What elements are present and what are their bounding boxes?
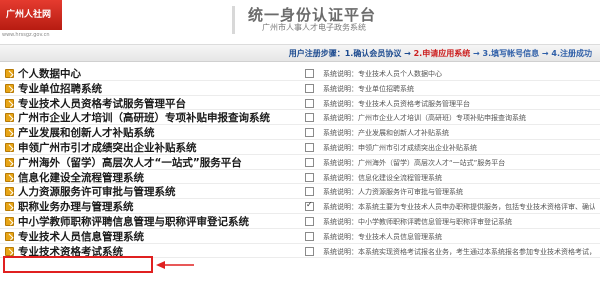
page-subtitle: 广州市人事人才电子政务系统 (262, 23, 366, 32)
list-item: 广州海外（留学）高层次人才“一站式”服务平台 系统说明：广州海外（留学）高层次人才… (0, 155, 600, 170)
check-badge-icon (5, 202, 14, 212)
system-name: 专业技术人员信息管理系统 (18, 230, 144, 243)
system-name: 人力资源服务许可审批与管理系统 (18, 186, 176, 199)
check-badge-icon (5, 172, 14, 182)
list-item: 专业技术人员信息管理系统 系统说明：专业技术人员信息管理系统 (0, 229, 600, 244)
check-badge-icon (5, 231, 14, 241)
check-badge-icon (5, 98, 14, 108)
system-description: 系统说明：专业单位招聘系统 (323, 84, 414, 93)
logo-url: www.hrssgz.gov.cn (2, 32, 50, 38)
system-select-checkbox[interactable] (305, 83, 314, 93)
system-select-checkbox[interactable] (305, 231, 314, 241)
system-name: 广州海外（留学）高层次人才“一站式”服务平台 (18, 156, 242, 169)
registration-steps-bar: 用户注册步骤：1.确认会员协议 → 2.申请应用系统 → 3.填写帐号信息 → … (0, 44, 600, 62)
list-item: 职称业务办理与管理系统 系统说明：本系统主要为专业技术人员申办职称提供服务，包括专… (0, 199, 600, 214)
system-description: 系统说明：专业技术人员信息管理系统 (323, 232, 442, 241)
steps-label: 用户注册步骤： (288, 49, 345, 58)
system-select-checkbox[interactable] (305, 200, 314, 212)
system-description: 系统说明：产业发展和创新人才补贴系统 (323, 129, 449, 138)
system-select-checkbox[interactable] (305, 113, 314, 123)
system-name: 申领广州市引才成绩突出企业补贴系统 (18, 142, 197, 154)
step-2-current: 2.申请应用系统 (413, 49, 471, 58)
system-description: 系统说明：广州海外（留学）高层次人才“一站式”服务平台 (323, 158, 506, 167)
system-description: 系统说明：申领广州市引才成绩突出企业补贴系统 (323, 144, 477, 152)
list-item: 产业发展和创新人才补贴系统 系统说明：产业发展和创新人才补贴系统 (0, 125, 600, 140)
step-separator: → (401, 49, 414, 58)
system-name: 中小学教师职称评聘信息管理与职称评审登记系统 (18, 216, 249, 228)
list-item: 个人数据中心 系统说明：专业技术人员个人数据中心 (0, 66, 600, 81)
system-name: 个人数据中心 (18, 68, 81, 80)
system-select-checkbox[interactable] (305, 128, 314, 138)
list-item: 信息化建设全流程管理系统 系统说明：信息化建设全流程管理系统 (0, 170, 600, 185)
system-name: 专业单位招聘系统 (18, 82, 102, 95)
check-badge-icon (5, 157, 14, 167)
title-divider (232, 6, 235, 34)
check-badge-icon (5, 69, 14, 78)
system-select-checkbox[interactable] (305, 217, 314, 226)
system-name: 广州市企业人才培训（高研班）专项补贴申报查询系统 (18, 112, 270, 125)
highlight-annotation-box (3, 256, 153, 273)
list-item: 专业技术人员资格考试服务管理平台 系统说明：专业技术人员资格考试服务管理平台 (0, 96, 600, 111)
system-select-checkbox[interactable] (305, 143, 314, 152)
system-name: 职称业务办理与管理系统 (18, 201, 134, 214)
system-description: 系统说明：本系统主要为专业技术人员申办职称提供服务，包括专业技术资格评审、确认、… (323, 203, 595, 212)
list-item: 中小学教师职称评聘信息管理与职称评审登记系统 系统说明：中小学教师职称评聘信息管理… (0, 214, 600, 229)
step-4: 4.注册成功 (551, 49, 592, 58)
system-description: 系统说明：本系统实现资格考试报名业务，考生通过本系统报名参加专业技术资格考试，包… (323, 247, 595, 256)
system-name: 信息化建设全流程管理系统 (18, 171, 144, 184)
list-item: 广州市企业人才培训（高研班）专项补贴申报查询系统 系统说明：广州市企业人才培训（高… (0, 110, 600, 126)
system-select-checkbox[interactable] (305, 98, 314, 108)
header: 广州人社网 www.hrssgz.gov.cn 统一身份认证平台 广州市人事人才… (0, 0, 600, 44)
system-description: 系统说明：信息化建设全流程管理系统 (323, 173, 442, 182)
list-item: 人力资源服务许可审批与管理系统 系统说明：人力资源服务许可审批与管理系统 (0, 184, 600, 200)
system-select-checkbox[interactable] (305, 157, 314, 167)
system-select-checkbox[interactable] (305, 246, 314, 256)
step-separator: → (539, 49, 552, 58)
step-1: 1.确认会员协议 (344, 49, 402, 58)
check-badge-icon (5, 128, 14, 138)
check-badge-icon (5, 187, 14, 197)
system-description: 系统说明：广州市企业人才培训（高研班）专项补贴申报查询系统 (323, 114, 526, 123)
system-select-checkbox[interactable] (305, 187, 314, 197)
system-description: 系统说明：专业技术人员个人数据中心 (323, 70, 442, 78)
list-item: 申领广州市引才成绩突出企业补贴系统 系统说明：申领广州市引才成绩突出企业补贴系统 (0, 140, 600, 155)
step-3: 3.填写帐号信息 (482, 49, 540, 58)
check-badge-icon (5, 217, 14, 226)
check-badge-icon (5, 83, 14, 93)
steps-breadcrumb: 用户注册步骤：1.确认会员协议 → 2.申请应用系统 → 3.填写帐号信息 → … (289, 48, 592, 59)
system-description: 系统说明：专业技术人员资格考试服务管理平台 (323, 99, 470, 108)
system-description: 系统说明：人力资源服务许可审批与管理系统 (323, 188, 463, 197)
system-select-checkbox[interactable] (305, 69, 314, 78)
list-item: 专业单位招聘系统 系统说明：专业单位招聘系统 (0, 81, 600, 96)
system-select-checkbox[interactable] (305, 172, 314, 182)
check-badge-icon (5, 246, 14, 256)
check-badge-icon (5, 143, 14, 152)
check-badge-icon (5, 113, 14, 123)
system-name: 产业发展和创新人才补贴系统 (18, 127, 155, 140)
system-description: 系统说明：中小学教师职称评聘信息管理与职称评审登记系统 (323, 218, 512, 226)
arrow-left-icon (156, 261, 194, 269)
step-separator: → (470, 49, 483, 58)
logo-text: 广州人社网 (6, 10, 52, 20)
system-name: 专业技术人员资格考试服务管理平台 (18, 97, 186, 110)
logo[interactable]: 广州人社网 (0, 0, 62, 30)
